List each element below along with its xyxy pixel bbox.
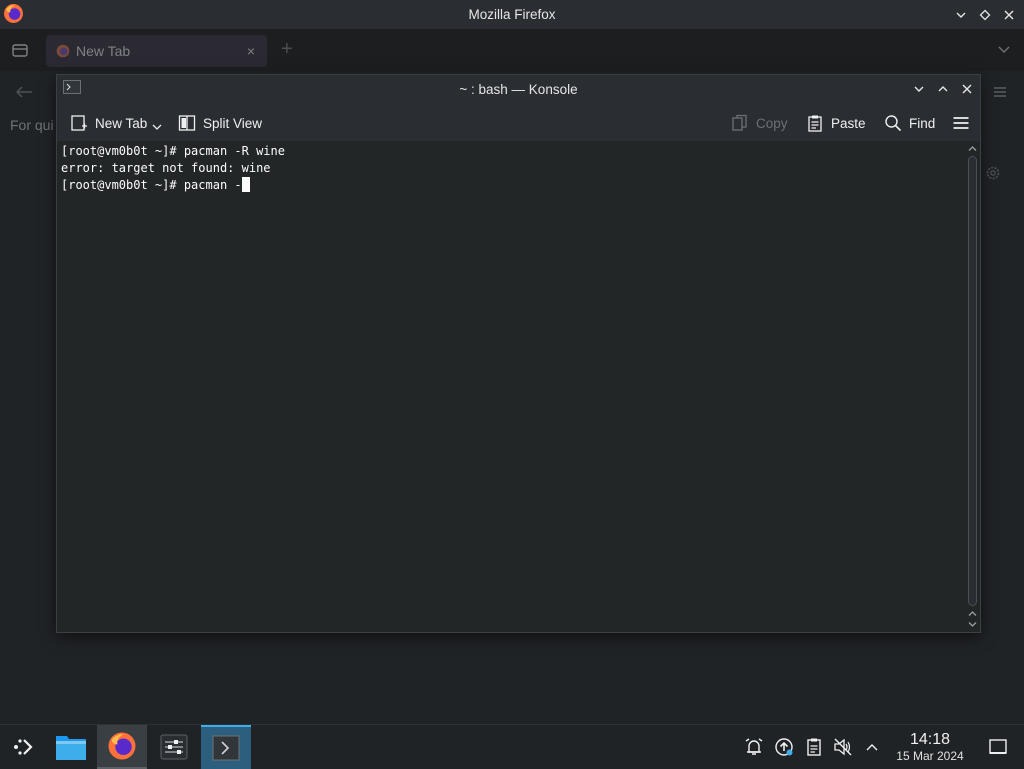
chevron-down-icon xyxy=(956,12,966,18)
tab-label: New Tab xyxy=(76,43,131,59)
terminal-prompt-line: [root@vm0b0t ~]# pacman - xyxy=(61,177,961,194)
tab-close-button[interactable]: × xyxy=(243,43,259,59)
split-view-button[interactable]: Split View xyxy=(178,112,262,134)
terminal-scrollbar[interactable] xyxy=(965,141,980,632)
application-launcher-icon xyxy=(14,739,33,755)
maximize-button[interactable] xyxy=(976,6,994,24)
close-icon xyxy=(962,84,972,94)
clock-date: 15 Mar 2024 xyxy=(896,749,964,763)
volume-muted-icon[interactable] xyxy=(833,737,853,757)
clipboard-icon[interactable] xyxy=(804,737,824,757)
audio-mixer-icon xyxy=(160,734,188,760)
firefox-tab-new-tab[interactable]: New Tab × xyxy=(46,35,267,67)
close-window-button[interactable] xyxy=(958,80,976,98)
new-tab-icon xyxy=(70,114,88,132)
copy-icon xyxy=(731,114,749,132)
firefox-window-title: Mozilla Firefox xyxy=(468,7,556,22)
firefox-quick-text: For qui xyxy=(10,117,54,133)
firefox-icon xyxy=(56,44,70,58)
terminal-line: error: target not found: wine xyxy=(61,161,271,175)
new-tab-label: New Tab xyxy=(95,115,148,131)
alarm-icon[interactable] xyxy=(744,737,764,757)
paste-icon xyxy=(806,114,824,132)
konsole-icon xyxy=(63,80,81,94)
firefox-tabbar: New Tab × xyxy=(0,29,1024,71)
clock-time: 14:18 xyxy=(909,731,951,748)
konsole-window-title: ~ : bash — Konsole xyxy=(459,81,578,97)
chevron-down-icon[interactable] xyxy=(996,41,1012,57)
scrollbar-track[interactable] xyxy=(968,156,977,606)
chevron-up-icon xyxy=(938,86,948,92)
new-tab-plus-button[interactable]: + xyxy=(281,39,299,59)
gear-icon[interactable] xyxy=(984,164,1002,182)
taskbar-firefox-button[interactable] xyxy=(97,725,147,769)
firefox-titlebar[interactable]: Mozilla Firefox xyxy=(0,0,1024,29)
taskbar-mixer-button[interactable] xyxy=(149,725,199,769)
chevron-down-icon xyxy=(152,124,162,130)
firefox-icon xyxy=(4,4,23,23)
konsole-window-controls xyxy=(910,75,976,103)
expand-tray-icon[interactable] xyxy=(862,737,882,757)
konsole-titlebar[interactable]: ~ : bash — Konsole xyxy=(57,75,980,103)
diamond-icon xyxy=(979,9,991,20)
terminal-output[interactable]: [root@vm0b0t ~]# pacman -R wine error: t… xyxy=(57,141,965,632)
tabs-icon[interactable] xyxy=(10,40,30,60)
firefox-icon xyxy=(108,732,136,760)
find-label: Find xyxy=(909,115,936,131)
terminal-cursor xyxy=(241,177,250,192)
digital-clock[interactable]: 14:18 15 Mar 2024 xyxy=(888,731,972,763)
search-icon xyxy=(884,114,902,132)
taskbar: 14:18 15 Mar 2024 xyxy=(0,724,1024,769)
terminal-line: [root@vm0b0t ~]# pacman -R wine xyxy=(61,144,285,158)
new-tab-button[interactable]: New Tab xyxy=(70,112,162,134)
paste-button[interactable]: Paste xyxy=(806,112,866,134)
minimize-button[interactable] xyxy=(952,6,970,24)
hamburger-menu-button[interactable] xyxy=(952,112,970,134)
split-view-label: Split View xyxy=(203,115,263,131)
find-button[interactable]: Find xyxy=(884,112,935,134)
scroll-up-icon[interactable] xyxy=(967,608,978,619)
close-window-button[interactable] xyxy=(1000,6,1018,24)
taskbar-files-button[interactable] xyxy=(46,725,96,769)
scroll-down-icon[interactable] xyxy=(967,619,978,630)
application-launcher-button[interactable] xyxy=(0,725,46,769)
konsole-toolbar: New Tab Split View Copy Paste Find xyxy=(57,103,980,141)
maximize-button[interactable] xyxy=(934,80,952,98)
konsole-icon xyxy=(212,735,240,761)
taskbar-konsole-button[interactable] xyxy=(201,725,251,769)
show-desktop-icon[interactable] xyxy=(988,737,1008,757)
chevron-down-icon xyxy=(914,86,924,92)
split-view-icon xyxy=(178,114,196,132)
copy-label: Copy xyxy=(756,115,788,131)
copy-button[interactable]: Copy xyxy=(731,112,788,134)
minimize-button[interactable] xyxy=(910,80,928,98)
paste-label: Paste xyxy=(831,115,866,131)
scroll-up-icon[interactable] xyxy=(967,143,978,154)
back-arrow-icon[interactable] xyxy=(14,84,34,100)
firefox-window-controls xyxy=(952,0,1018,29)
konsole-window[interactable]: ~ : bash — Konsole New Tab Split View Co… xyxy=(56,74,981,633)
menu-icon[interactable] xyxy=(992,84,1008,100)
terminal-prompt-text: [root@vm0b0t ~]# pacman - xyxy=(61,178,242,192)
dolphin-files-icon xyxy=(56,736,86,760)
hamburger-menu-icon xyxy=(952,114,970,132)
update-icon[interactable] xyxy=(774,737,794,757)
close-icon xyxy=(1004,10,1014,19)
